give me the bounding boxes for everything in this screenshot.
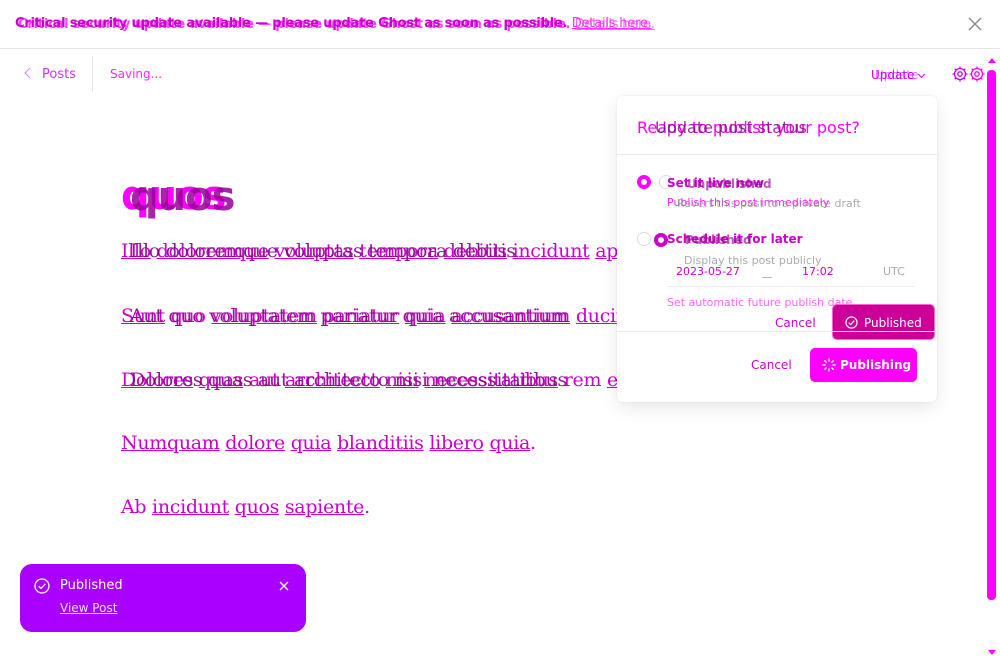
paragraph-2-ghost: Aut quo voluptatem pariatur quia accusan… — [130, 305, 568, 327]
paragraph-4-token: Numquam — [121, 432, 220, 454]
paragraph-4-token: blanditiis — [337, 432, 424, 454]
paragraph-5-token: sapiente — [284, 496, 365, 518]
published-toast: Published View Post — [20, 564, 306, 632]
post-title-ghost: quos — [130, 174, 235, 220]
editor-header: Posts Saving... Update Update — [0, 50, 1000, 98]
paragraph-4[interactable]: Numquam dolore quia blanditiis libero qu… — [121, 432, 536, 454]
popover-footer-divider — [617, 331, 937, 332]
option-unpublished-label: Unpublished — [687, 177, 772, 191]
schedule-date-input[interactable]: 2023-05-27 — [676, 265, 740, 278]
paragraph-4-token: dolore — [225, 432, 285, 454]
security-alert-banner: Critical security update available — ple… — [0, 0, 1000, 49]
paragraph-4-token: quia — [290, 432, 332, 454]
date-underline — [667, 286, 915, 287]
paragraph-4-token: . — [530, 432, 536, 454]
alert-details-link[interactable]: Details here. — [572, 16, 652, 31]
paragraph-3-token: rem — [563, 369, 602, 391]
cancel-button-ghost[interactable]: Cancel — [775, 316, 816, 330]
chevron-left-icon — [24, 67, 36, 79]
publishing-button[interactable]: Publishing — [810, 348, 917, 382]
paragraph-1-ghost: Illo doloremque voluptas tempora debitis — [130, 240, 516, 262]
radio-published-ghost[interactable] — [654, 233, 668, 247]
update-label-ghost: Update — [875, 68, 919, 82]
close-icon[interactable] — [966, 15, 984, 33]
cancel-button[interactable]: Cancel — [751, 358, 792, 372]
settings-gear-icon[interactable] — [969, 66, 985, 82]
published-button[interactable]: Published — [832, 304, 935, 340]
popover-divider — [617, 154, 937, 155]
spinner-icon — [822, 358, 836, 372]
close-icon[interactable] — [278, 580, 290, 592]
publishing-button-label: Publishing — [840, 358, 912, 372]
save-status: Saving... — [110, 67, 163, 81]
alert-text: Critical security update available — ple… — [15, 16, 568, 31]
popover-title-ghost: Update post status — [655, 118, 807, 137]
paragraph-5-token: quos — [234, 496, 280, 518]
published-button-label: Published — [864, 316, 922, 330]
paragraph-5-token: Ab — [121, 496, 147, 518]
radio-set-live-now[interactable] — [637, 175, 651, 189]
back-label: Posts — [42, 67, 76, 82]
scroll-down-arrow[interactable] — [988, 650, 996, 655]
header-divider — [92, 56, 93, 92]
paragraph-1-token: incidunt — [512, 240, 590, 262]
gear-icon[interactable] — [952, 66, 968, 82]
publish-popover: Ready to publish your post? Update post … — [617, 96, 937, 402]
check-circle-icon — [845, 316, 858, 329]
paragraph-4-token: libero — [429, 432, 484, 454]
alert-message: Critical security update available — ple… — [15, 16, 652, 31]
toast-title: Published — [60, 578, 123, 593]
timezone-label: UTC — [883, 265, 905, 278]
update-dropdown[interactable]: Update Update — [871, 68, 926, 82]
paragraph-3-ghost: Dolores quas aut architecto nisi necessi… — [130, 369, 567, 391]
date-separator — [762, 277, 772, 278]
radio-schedule-later[interactable] — [637, 232, 651, 246]
option-unpublished-sub: Revert this post to a private draft — [677, 197, 861, 210]
check-circle-icon — [34, 578, 50, 594]
back-to-posts-link[interactable]: Posts — [24, 67, 76, 82]
paragraph-4-token: quia — [489, 432, 531, 454]
scrollbar-thumb[interactable] — [987, 70, 996, 600]
scroll-up-arrow[interactable] — [988, 58, 996, 63]
chevron-down-icon — [918, 70, 926, 79]
option-schedule-sub: Set automatic future publish date — [667, 296, 853, 309]
schedule-time-input[interactable]: 17:02 — [802, 265, 834, 278]
paragraph-5-token: incidunt — [152, 496, 229, 518]
paragraph-5[interactable]: Ab incidunt quos sapiente. — [121, 496, 370, 518]
paragraph-5-token: . — [364, 496, 370, 518]
view-post-link[interactable]: View Post — [60, 601, 117, 615]
option-published-label: Published — [685, 233, 752, 247]
